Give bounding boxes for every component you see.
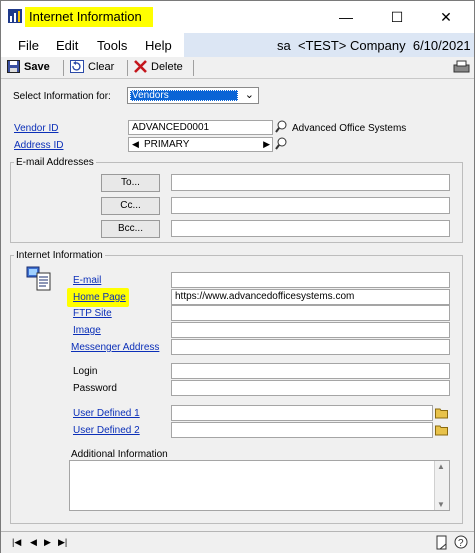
- title-bar: Internet Information — ☐ ✕: [1, 1, 474, 32]
- email-group-title: E-mail Addresses: [14, 157, 96, 168]
- image-link[interactable]: Image: [73, 325, 101, 336]
- bcc-button[interactable]: Bcc...: [101, 220, 160, 238]
- password-field[interactable]: [171, 380, 450, 396]
- image-field[interactable]: [171, 322, 450, 338]
- address-id-value: PRIMARY: [144, 139, 190, 150]
- home-page-link[interactable]: Home Page: [73, 292, 126, 303]
- select-info-label: Select Information for:: [13, 91, 111, 102]
- ftp-site-link[interactable]: FTP Site: [73, 308, 112, 319]
- vendor-name: Advanced Office Systems: [292, 123, 407, 134]
- address-lookup-icon[interactable]: [275, 137, 288, 151]
- cc-button[interactable]: Cc...: [101, 197, 160, 215]
- next-record-icon[interactable]: ▶: [44, 537, 51, 548]
- internet-document-icon: [26, 266, 51, 291]
- password-label: Password: [73, 383, 117, 394]
- additional-information-label: Additional Information: [71, 449, 168, 460]
- login-field[interactable]: [171, 363, 450, 379]
- first-record-icon[interactable]: |◀: [12, 537, 21, 548]
- additional-information-textarea[interactable]: ▲ ▼: [69, 460, 450, 511]
- address-id-link[interactable]: Address ID: [14, 140, 63, 151]
- toolbar-separator: [127, 60, 128, 76]
- select-info-dropdown[interactable]: Vendors ⌄: [127, 87, 259, 104]
- clear-icon: [70, 60, 84, 73]
- chevron-down-icon: ⌄: [244, 89, 254, 101]
- email-field[interactable]: [171, 272, 450, 288]
- vendor-id-field[interactable]: ADVANCED0001: [128, 120, 273, 135]
- email-link[interactable]: E-mail: [73, 275, 101, 286]
- to-button[interactable]: To...: [101, 174, 160, 192]
- minimize-button[interactable]: —: [331, 6, 361, 28]
- maximize-button[interactable]: ☐: [382, 6, 412, 28]
- company-date-context: sa <TEST> Company 6/10/2021: [277, 38, 471, 53]
- clear-label: Clear: [88, 60, 115, 73]
- messenger-address-link[interactable]: Messenger Address: [71, 342, 159, 353]
- menu-edit[interactable]: Edit: [56, 38, 78, 53]
- save-button[interactable]: Save: [7, 60, 50, 73]
- help-icon[interactable]: ?: [454, 535, 468, 550]
- toolbar-separator: [63, 60, 64, 76]
- menu-help[interactable]: Help: [145, 38, 172, 53]
- user-defined-2-folder-icon[interactable]: [435, 423, 448, 436]
- user-defined-2-field[interactable]: [171, 422, 433, 438]
- textarea-scrollbar[interactable]: ▲ ▼: [434, 461, 449, 510]
- menu-file[interactable]: File: [18, 38, 39, 53]
- delete-button[interactable]: Delete: [134, 60, 183, 73]
- to-field[interactable]: [171, 174, 450, 191]
- clear-button[interactable]: Clear: [70, 60, 114, 73]
- ftp-site-field[interactable]: [171, 305, 450, 321]
- menu-bar: File Edit Tools Help sa <TEST> Company 6…: [1, 32, 474, 57]
- app-chart-icon: [8, 9, 22, 23]
- toolbar-separator: [193, 60, 194, 76]
- delete-label: Delete: [151, 60, 183, 73]
- toolbar: Save Clear Delete: [1, 57, 474, 79]
- save-label: Save: [24, 60, 50, 73]
- svg-text:?: ?: [458, 538, 464, 549]
- status-bar: |◀ ◀ ▶ ▶| ?: [1, 531, 474, 553]
- cc-field[interactable]: [171, 197, 450, 214]
- close-button[interactable]: ✕: [431, 6, 461, 28]
- user-defined-1-field[interactable]: [171, 405, 433, 421]
- address-id-field[interactable]: ◀ PRIMARY ▶: [128, 137, 273, 152]
- note-icon[interactable]: [434, 535, 449, 550]
- window-title: Internet Information: [29, 9, 142, 24]
- save-icon: [7, 60, 20, 73]
- previous-address-icon[interactable]: ◀: [132, 138, 139, 151]
- last-record-icon[interactable]: ▶|: [58, 537, 67, 548]
- scroll-down-icon[interactable]: ▼: [437, 500, 445, 509]
- delete-x-icon: [134, 60, 147, 73]
- user-defined-1-folder-icon[interactable]: [435, 406, 448, 419]
- internet-group-title: Internet Information: [14, 250, 105, 261]
- home-page-field[interactable]: https://www.advancedofficesystems.com: [171, 289, 450, 305]
- user-defined-1-link[interactable]: User Defined 1: [73, 408, 140, 419]
- messenger-address-field[interactable]: [171, 339, 450, 355]
- user-defined-2-link[interactable]: User Defined 2: [73, 425, 140, 436]
- next-address-icon[interactable]: ▶: [263, 138, 270, 151]
- bcc-field[interactable]: [171, 220, 450, 237]
- scroll-up-icon[interactable]: ▲: [437, 462, 445, 471]
- login-label: Login: [73, 366, 98, 377]
- menu-tools[interactable]: Tools: [97, 38, 127, 53]
- vendor-lookup-icon[interactable]: [275, 120, 288, 134]
- internet-information-window: Internet Information — ☐ ✕ File Edit Too…: [0, 0, 475, 553]
- printer-icon[interactable]: [453, 60, 470, 74]
- dropdown-value: Vendors: [132, 90, 169, 101]
- vendor-id-link[interactable]: Vendor ID: [14, 123, 58, 134]
- previous-record-icon[interactable]: ◀: [30, 537, 37, 548]
